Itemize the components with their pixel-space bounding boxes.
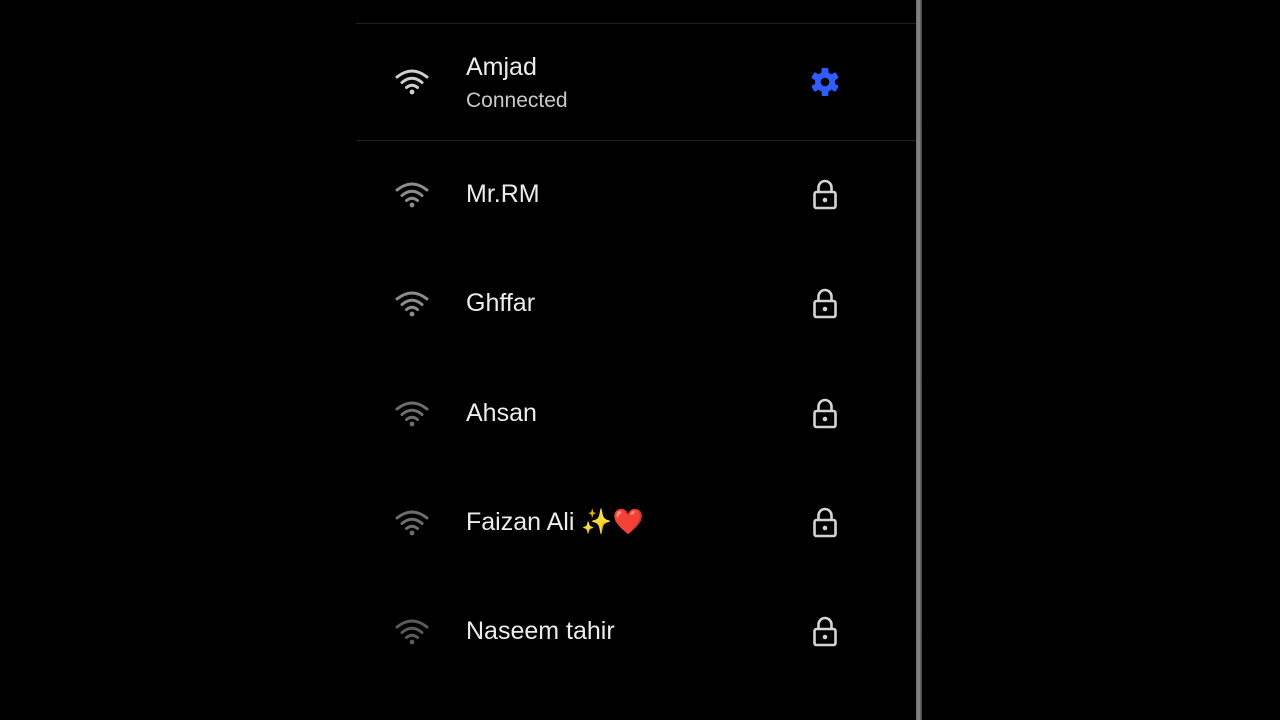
network-row[interactable]: Faizan Ali ✨❤️ (356, 469, 916, 578)
connection-status: Connected (466, 89, 568, 112)
wifi-signal-icon (395, 182, 429, 208)
wifi-signal-icon (395, 291, 429, 317)
wifi-signal-icon (395, 401, 429, 427)
network-name: Amjad (466, 53, 537, 81)
lock-icon (813, 398, 837, 429)
wifi-signal-icon (395, 69, 429, 95)
network-name: Naseem tahir (466, 617, 615, 645)
network-name: Mr.RM (466, 180, 540, 208)
network-row[interactable]: Ahsan (356, 360, 916, 469)
phone-edge (916, 0, 922, 720)
phone-screen: Amjad Connected Mr.RM Ghffar Ahsan Faiza… (356, 0, 916, 720)
gear-icon[interactable] (808, 65, 842, 99)
lock-icon (813, 288, 837, 319)
lock-icon (813, 616, 837, 647)
lock-icon (813, 179, 837, 210)
wifi-signal-icon (395, 619, 429, 645)
wifi-signal-icon (395, 510, 429, 536)
network-row[interactable]: Mr.RM (356, 141, 916, 250)
network-row-connected[interactable]: Amjad Connected (356, 24, 916, 140)
wifi-settings-screen: Amjad Connected Mr.RM Ghffar Ahsan Faiza… (0, 0, 1280, 720)
network-row[interactable]: Ghffar (356, 250, 916, 359)
network-row[interactable]: Naseem tahir (356, 578, 916, 687)
network-name: Ahsan (466, 399, 537, 427)
network-name: Faizan Ali ✨❤️ (466, 508, 644, 536)
lock-icon (813, 507, 837, 538)
network-name: Ghffar (466, 289, 536, 317)
